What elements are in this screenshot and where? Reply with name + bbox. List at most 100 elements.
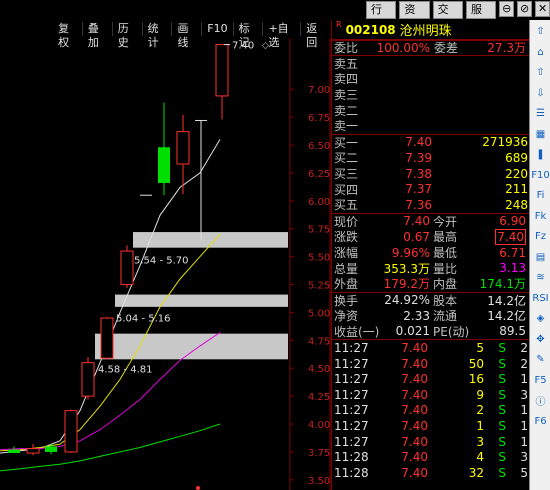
- stat-value: 174.1万: [479, 277, 526, 292]
- candlestick-chart[interactable]: 7.00 6.75 6.50 6.25 6.00 5.75 5.50 5.25 5.00 4.75…: [0, 38, 331, 490]
- tick-volume: 1: [476, 419, 484, 434]
- f5-icon[interactable]: F5: [532, 372, 549, 389]
- buy-volume: 271936: [482, 135, 528, 150]
- statistics-button[interactable]: 统计: [143, 22, 173, 49]
- back-button[interactable]: 返回: [301, 22, 330, 49]
- stat-label: 最低: [433, 246, 458, 261]
- top-bar: 行情 资讯 交易 服务 ⊖ ⊘ ✕: [0, 0, 550, 32]
- layers-icon[interactable]: ▤: [532, 249, 549, 266]
- buy-row: 买三 7.38 220: [332, 166, 529, 182]
- fundamental-row: 换手 24.92% 股本 14.2亿: [332, 293, 529, 309]
- y-tick-label: 5.50: [308, 253, 330, 264]
- tick-price: 7.40: [401, 403, 428, 418]
- y-tick-label: 4.75: [308, 336, 330, 347]
- fund-value: 14.2亿: [487, 293, 526, 308]
- menu-news[interactable]: 资讯: [399, 1, 430, 32]
- fz-icon[interactable]: Fz: [532, 228, 549, 245]
- pencil-icon[interactable]: ✎: [532, 351, 549, 368]
- candle-body: [8, 449, 20, 454]
- tick-side: S: [498, 387, 506, 402]
- fund-value: 14.2亿: [487, 309, 526, 324]
- buy-level-label: 买四: [334, 182, 359, 197]
- tick-count: 1: [520, 434, 528, 449]
- tick-side: S: [498, 341, 506, 356]
- fund-label: 净资: [334, 309, 359, 324]
- info-icon[interactable]: ⓘ: [532, 392, 549, 409]
- move-icon[interactable]: ✥: [532, 331, 549, 348]
- compass-icon[interactable]: ◈: [532, 310, 549, 327]
- minimize-icon[interactable]: ⊖: [499, 1, 515, 17]
- menu-service[interactable]: 服务: [465, 1, 497, 32]
- tick-volume: 2: [476, 403, 484, 418]
- close-icon[interactable]: ✕: [535, 1, 550, 17]
- tick-time: 11:27: [334, 403, 369, 418]
- home-icon[interactable]: ⌂: [532, 44, 549, 61]
- menu-trade[interactable]: 交易: [432, 1, 463, 32]
- stat-row: 涨幅 9.96% 最低 6.71: [332, 245, 529, 261]
- tick-side: S: [498, 403, 506, 418]
- fund-label: 流通: [433, 309, 458, 324]
- candle-body: [100, 317, 114, 359]
- stat-value: 179.2万: [383, 277, 430, 292]
- tick-row: 11:27 7.40 50 S 2: [332, 356, 529, 372]
- gap-zone: [115, 294, 288, 307]
- quote-panel: R 002108 沧州明珠 委比 100.00% 委差 27.3万 卖五 卖四 卖三…: [331, 20, 529, 490]
- draw-line-button[interactable]: 画线: [172, 22, 203, 49]
- add-favorite-button[interactable]: +自选: [263, 22, 302, 49]
- rsi-icon[interactable]: RSI: [532, 290, 549, 307]
- stat-value: 9.96%: [391, 245, 430, 260]
- tick-time: 11:28: [334, 465, 369, 480]
- candle-icon[interactable]: ❚: [532, 146, 549, 163]
- fund-value: 2.33: [403, 308, 430, 323]
- stat-label: 外盘: [334, 277, 359, 292]
- list-icon[interactable]: ☰: [532, 105, 549, 122]
- overlay-button[interactable]: 叠加: [83, 22, 113, 49]
- r-flag: R: [336, 20, 342, 29]
- stat-value: 0.67: [403, 229, 430, 244]
- tick-count: 3: [520, 450, 528, 465]
- tick-row: 11:27 7.40 16 S 1: [332, 371, 529, 387]
- fund-value: 0.021: [395, 324, 430, 339]
- tick-price: 7.40: [401, 356, 428, 371]
- menu-market[interactable]: 行情: [366, 1, 397, 32]
- tick-volume: 3: [476, 434, 484, 449]
- tick-time: 11:27: [334, 372, 369, 387]
- tick-time: 11:27: [334, 341, 369, 356]
- tick-row: 11:27 7.40 9 S 3: [332, 387, 529, 403]
- buy-level-label: 买一: [334, 135, 359, 150]
- restore-icon[interactable]: ⊘: [517, 1, 533, 17]
- y-tick-label: 6.75: [308, 113, 330, 124]
- y-tick-label: 7.00: [308, 85, 330, 96]
- f6-icon[interactable]: F6: [532, 413, 549, 430]
- tick-time: 11:27: [334, 356, 369, 371]
- buy-price: 7.36: [405, 197, 432, 212]
- tick-list[interactable]: 11:27 7.40 5 S 2 11:27 7.40 50 S 2 11:27 7.40 16 S 1 11…: [332, 340, 529, 480]
- sell-row: 卖五: [332, 56, 529, 72]
- tick-count: 2: [520, 356, 528, 371]
- tick-side: S: [498, 372, 506, 387]
- mark-button[interactable]: 标记: [234, 22, 264, 49]
- grid-icon[interactable]: ▦: [532, 126, 549, 143]
- tick-count: 3: [520, 387, 528, 402]
- stat-label: 内盘: [433, 277, 458, 292]
- history-button[interactable]: 历史: [113, 22, 143, 49]
- tick-row: 11:27 7.40 1 S 1: [332, 418, 529, 434]
- stat-value: 353.3万: [383, 261, 430, 276]
- price-annotation: 4.58 - 4.81: [98, 365, 153, 376]
- chevron-up-icon[interactable]: ⇧: [532, 23, 549, 40]
- fund-value: 24.92%: [384, 293, 430, 308]
- chart-icon[interactable]: ≋: [532, 269, 549, 286]
- f10-icon[interactable]: F10: [531, 167, 549, 184]
- page-up-icon[interactable]: ⇧: [532, 64, 549, 81]
- gap-zone: [95, 333, 288, 360]
- fi-icon[interactable]: Fi: [532, 187, 549, 204]
- buy-row: 买四 7.37 211: [332, 181, 529, 197]
- page-down-icon[interactable]: ⇩: [532, 85, 549, 102]
- sell-row: 卖一: [332, 118, 529, 134]
- fk-icon[interactable]: Fk: [532, 208, 549, 225]
- buy-row: 买五 7.36 248: [332, 197, 529, 213]
- sell-row: 卖三: [332, 87, 529, 103]
- restore-rights-button[interactable]: 复权: [53, 22, 83, 49]
- f10-button[interactable]: F10: [202, 22, 234, 36]
- tick-row: 11:27 7.40 5 S 2: [332, 340, 529, 356]
